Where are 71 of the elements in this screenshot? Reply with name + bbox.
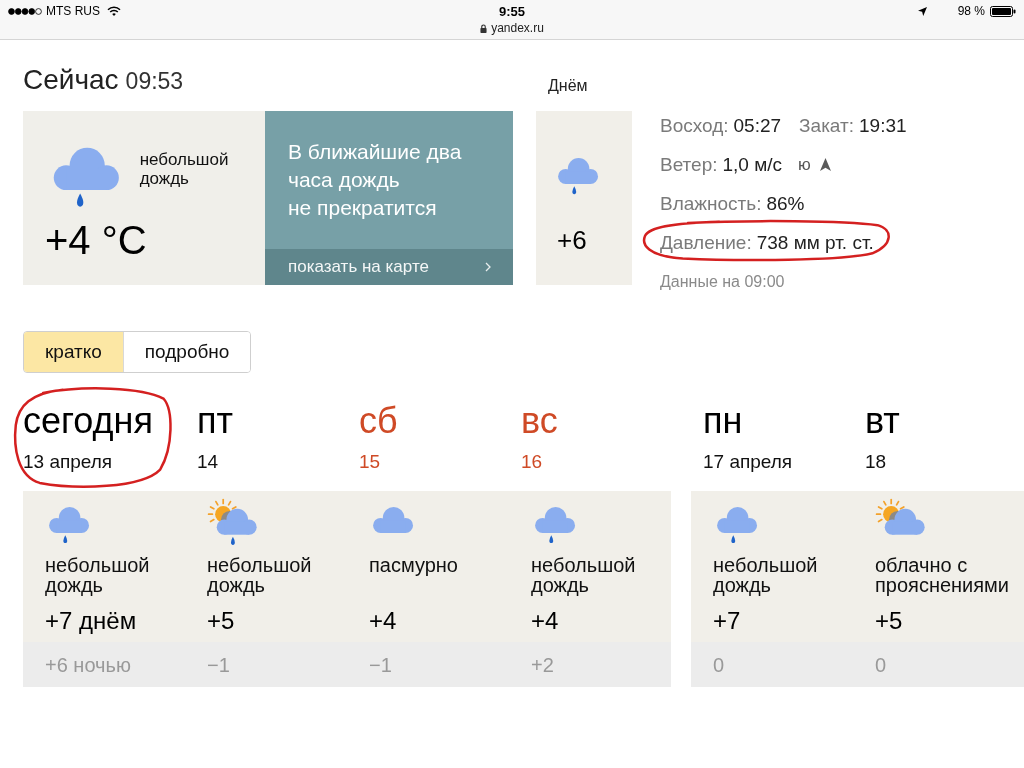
data-timestamp: Данные на 09:00 <box>660 271 785 292</box>
map-link[interactable]: показать на карте <box>265 249 513 285</box>
day-date: 17 апреля <box>703 451 793 473</box>
detail-label: Давление: <box>660 231 752 254</box>
navigation-arrow-icon <box>819 158 831 171</box>
rain-cloud-icon <box>534 505 577 544</box>
rain-cloud-icon <box>716 505 759 544</box>
chevron-right-icon <box>485 262 491 272</box>
battery-icon <box>990 5 1016 17</box>
day-temperature: +7 днём <box>45 607 137 635</box>
wind-direction: ю <box>798 153 811 176</box>
night-temperature: +6 ночью <box>45 652 131 677</box>
rain-cloud-icon <box>52 146 121 208</box>
detail-value: 1,0 м/с <box>722 153 783 176</box>
clock-time: 9:55 <box>499 3 525 19</box>
detail-value: 05:27 <box>733 114 782 137</box>
rain-cloud-icon <box>557 157 600 195</box>
now-time: 09:53 <box>125 67 184 96</box>
location-arrow-icon <box>917 6 927 16</box>
day-name: вт <box>865 401 900 441</box>
day-temperature: +7 <box>713 607 741 635</box>
day-temperature: +4 <box>369 607 397 635</box>
page-url: yandex.ru <box>491 21 544 35</box>
night-temperature: +2 <box>531 652 554 677</box>
condition-text: пасмурно <box>369 555 458 575</box>
day-name: сб <box>359 401 398 441</box>
detail-label: Влажность: <box>660 192 762 215</box>
detail-label: Закат: <box>799 114 854 137</box>
day-temperature: +5 <box>875 607 903 635</box>
day-date: 14 <box>197 451 219 473</box>
cloud-icon <box>372 505 415 534</box>
night-temperature: −1 <box>207 652 230 677</box>
view-tab[interactable]: подробно <box>122 332 251 372</box>
day-name: вс <box>521 401 558 441</box>
condition-text: небольшой дождь <box>713 555 819 595</box>
detail-value: 19:31 <box>859 114 907 137</box>
detail-value: 86% <box>766 192 805 215</box>
condition-text: облачно с прояснениями <box>875 555 1011 595</box>
daytime-label: Днём <box>548 76 588 96</box>
day-temperature: +4 <box>531 607 559 635</box>
now-title: Сейчас <box>23 63 119 97</box>
day-date: 16 <box>521 451 543 473</box>
day-name: пт <box>197 401 233 441</box>
day-date: 13 апреля <box>23 451 113 473</box>
condition-text: небольшой дождь <box>139 150 230 188</box>
condition-text: небольшой дождь <box>207 555 313 595</box>
night-temperature: 0 <box>875 652 887 677</box>
day-name: сегодня <box>23 401 153 441</box>
night-temperature: −1 <box>369 652 392 677</box>
view-tab[interactable]: кратко <box>24 332 123 372</box>
daytime-temperature: +6 <box>557 224 587 255</box>
condition-text: небольшой дождь <box>45 555 151 595</box>
day-name: пн <box>703 401 743 441</box>
sun-cloud-icon <box>875 498 926 536</box>
sun-cloud-rain-icon <box>207 498 258 546</box>
carrier-name: MTS RUS <box>46 4 100 18</box>
day-date: 18 <box>865 451 887 473</box>
wifi-icon <box>107 6 121 16</box>
current-temperature: +4 °C <box>45 217 147 262</box>
battery-percentage: 98 % <box>957 4 985 18</box>
condition-text: небольшой дождь <box>531 555 637 595</box>
nowcast-message: В ближайшие два часа дождь не прекратится <box>288 139 463 221</box>
lock-icon <box>480 23 488 33</box>
night-temperature: 0 <box>713 652 725 677</box>
detail-label: Восход: <box>660 114 729 137</box>
detail-label: Ветер: <box>660 153 718 176</box>
detail-value: 738 мм рт. ст. <box>756 231 874 254</box>
day-date: 15 <box>359 451 381 473</box>
signal-strength-icon <box>8 7 42 15</box>
day-temperature: +5 <box>207 607 235 635</box>
rain-cloud-icon <box>48 505 91 544</box>
